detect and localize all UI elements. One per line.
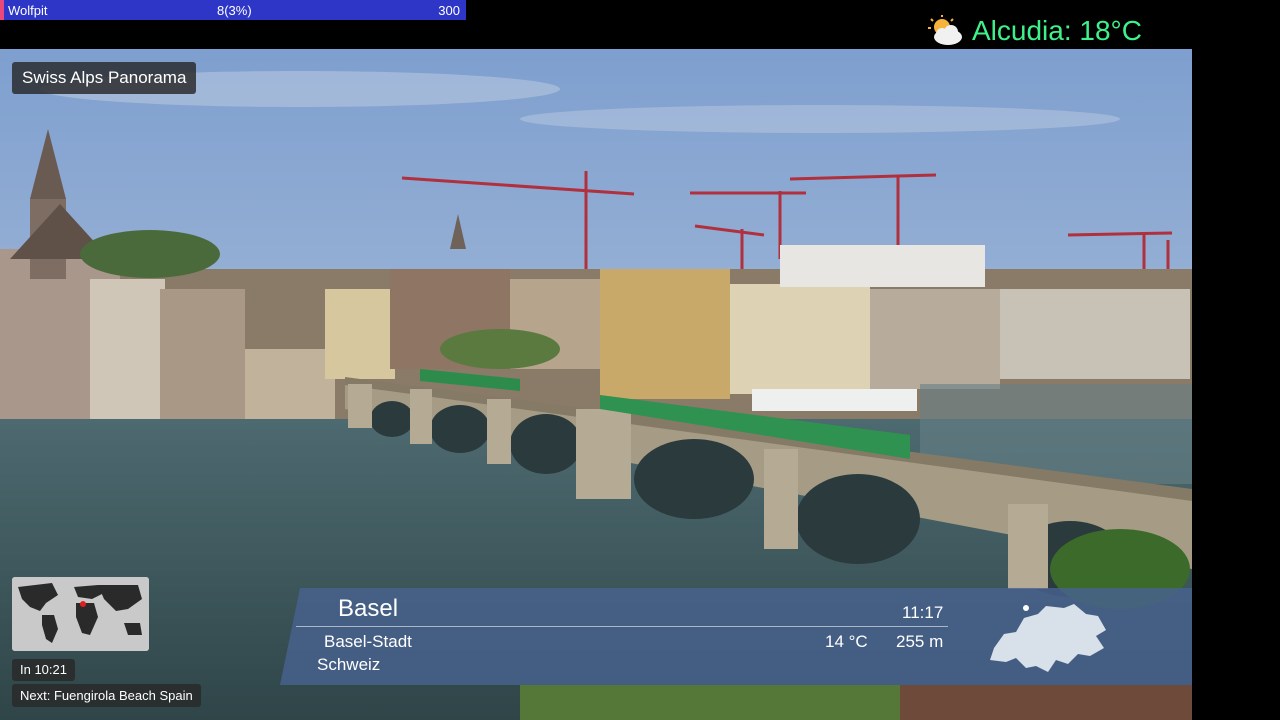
world-minimap	[12, 577, 149, 651]
current-location-marker	[80, 601, 86, 607]
next-timer: In 10:21	[12, 659, 75, 681]
local-temperature: 14 °C	[825, 632, 868, 651]
partly-cloudy-icon	[928, 15, 962, 45]
weather-text: Alcudia: 18°C	[972, 15, 1142, 46]
region-name: Basel-Stadt	[324, 632, 412, 651]
location-info-bar: Basel 11:17 Basel-Stadt Schweiz 14 °C 25…	[280, 588, 1192, 685]
goal-progress-bar: Wolfpit 8(3%) 300	[0, 0, 466, 20]
city-name: Basel	[338, 595, 399, 622]
next-location: Next: Fuengirola Beach Spain	[12, 684, 201, 707]
weather-widget: Alcudia: 18°C	[928, 15, 1142, 47]
info-divider	[296, 626, 948, 627]
world-map-icon	[12, 577, 149, 651]
country-name: Schweiz	[317, 655, 381, 674]
progress-value: 8(3%)	[217, 3, 252, 18]
progress-name: Wolfpit	[8, 3, 48, 18]
switzerland-map-icon	[990, 604, 1106, 672]
stream-title: Swiss Alps Panorama	[12, 62, 197, 94]
basel-marker	[1023, 605, 1029, 611]
goal-progress-fill	[0, 0, 4, 20]
elevation: 255 m	[896, 632, 944, 651]
progress-goal: 300	[438, 3, 460, 18]
local-time: 11:17	[902, 603, 944, 622]
